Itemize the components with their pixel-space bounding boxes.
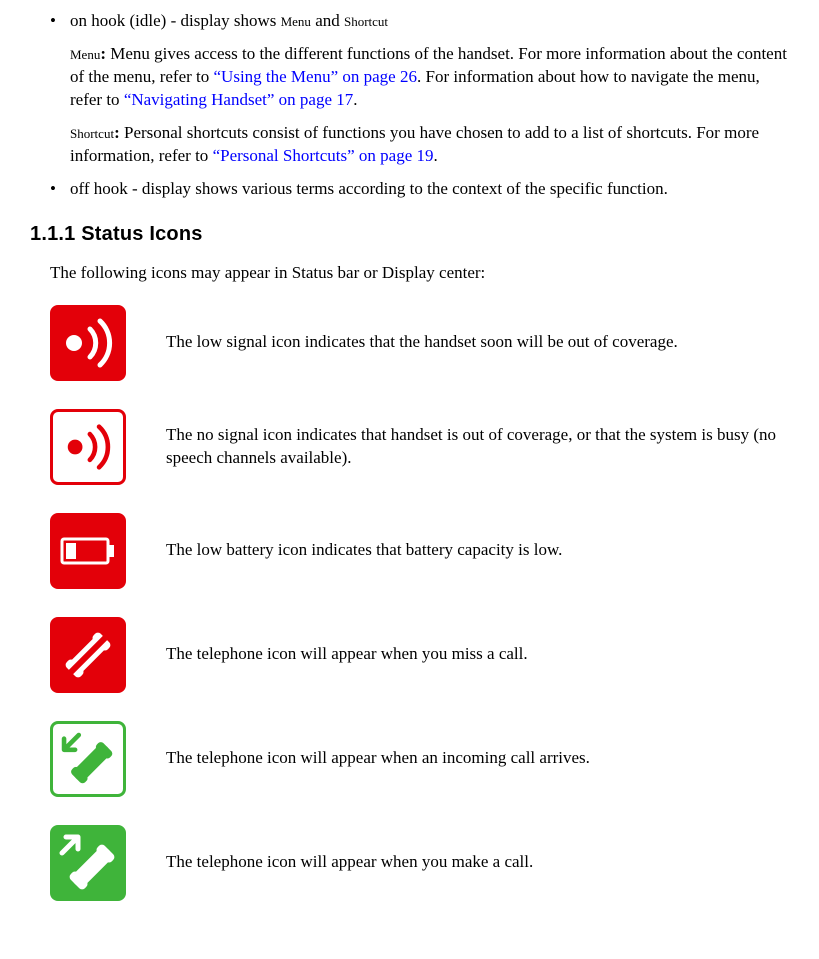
menu-label: Menu [70,47,100,62]
icon-row-incoming-call: The telephone icon will appear when an i… [50,721,789,797]
low-battery-desc: The low battery icon indicates that batt… [166,539,789,562]
low-battery-icon [50,513,126,589]
shortcut-colon: : [114,123,124,142]
link-using-menu[interactable]: “Using the Menu” on page 26 [214,67,417,86]
low-signal-desc: The low signal icon indicates that the h… [166,331,789,354]
onhook-and: and [311,11,344,30]
missed-call-icon [50,617,126,693]
menu-colon: : [100,44,110,63]
outgoing-call-desc: The telephone icon will appear when you … [166,851,789,874]
shortcut-text2: . [434,146,438,165]
icon-row-low-signal: The low signal icon indicates that the h… [50,305,789,381]
icon-row-missed-call: The telephone icon will appear when you … [50,617,789,693]
link-personal-shortcuts[interactable]: “Personal Shortcuts” on page 19 [213,146,434,165]
shortcut-paragraph: Shortcut: Personal shortcuts consist of … [70,122,789,168]
icon-row-no-signal: The no signal icon indicates that handse… [50,409,789,485]
outgoing-call-icon [50,825,126,901]
bullet-offhook: • off hook - display shows various terms… [50,178,789,201]
menu-paragraph: Menu: Menu gives access to the different… [70,43,789,112]
icon-row-outgoing-call: The telephone icon will appear when you … [50,825,789,901]
section-intro: The following icons may appear in Status… [50,262,789,285]
bullet-onhook: • on hook (idle) - display shows Menu an… [50,10,789,33]
bullet-marker: • [50,10,70,33]
no-signal-desc: The no signal icon indicates that handse… [166,424,789,470]
low-signal-icon [50,305,126,381]
bullet-body: on hook (idle) - display shows Menu and … [70,10,789,33]
no-signal-icon [50,409,126,485]
section-heading: 1.1.1 Status Icons [30,221,789,248]
bullet-marker: • [50,178,70,201]
offhook-text: off hook - display shows various terms a… [70,178,789,201]
missed-call-desc: The telephone icon will appear when you … [166,643,789,666]
incoming-call-icon [50,721,126,797]
onhook-label-menu: Menu [281,14,311,29]
menu-text3: . [353,90,357,109]
shortcut-label: Shortcut [70,126,114,141]
incoming-call-desc: The telephone icon will appear when an i… [166,747,789,770]
onhook-label-shortcut: Shortcut [344,14,388,29]
link-navigating-handset[interactable]: “Navigating Handset” on page 17 [124,90,353,109]
icon-row-low-battery: The low battery icon indicates that batt… [50,513,789,589]
onhook-prefix: on hook (idle) - display shows [70,11,281,30]
